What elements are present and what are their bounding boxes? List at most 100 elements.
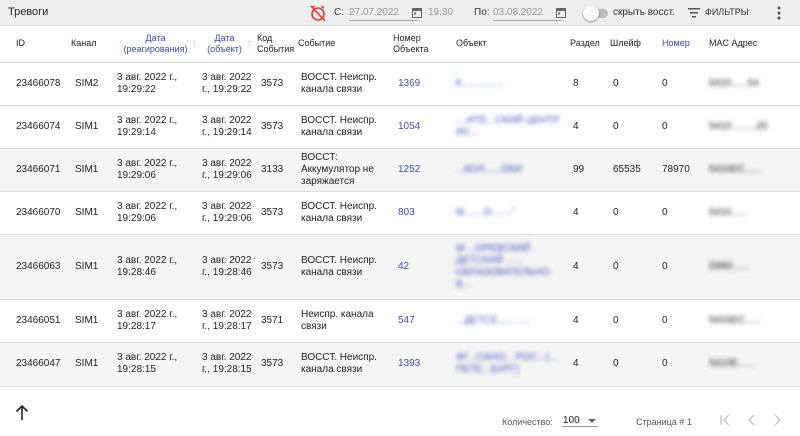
cell-id: 23466051 [0, 299, 68, 343]
cell-code: 3133 [255, 148, 295, 192]
cell-mac: 5410.........20 [707, 105, 800, 149]
hide-restore-toggle[interactable] [583, 5, 610, 21]
cell-date-obj: 3 авг. 2022 г., 19:28:15 [202, 342, 255, 387]
date-to-input[interactable]: 03.08.2022 [493, 5, 563, 21]
cell-date-obj: 3 авг. 2022 г., 19:29:06 [202, 191, 255, 235]
col-header-id[interactable]: ID [0, 26, 68, 63]
cell-date-react: 3 авг. 2022 г., 19:28:46 [117, 234, 202, 300]
col-header-mac[interactable]: MAC Адрес [707, 26, 800, 63]
cell-event: ВОССТ. Неиспр. канала связи [295, 234, 390, 300]
cell-object[interactable]: ...КОЛ......ОКИ [449, 148, 566, 192]
col-header-channel[interactable]: Канал [68, 26, 117, 63]
first-page-icon[interactable] [718, 413, 732, 427]
col-header-number[interactable]: Номер [662, 26, 707, 63]
cell-section: 4 [566, 191, 610, 235]
time-from-input[interactable]: 19:30 [428, 7, 453, 18]
cell-loop: 0 [610, 105, 662, 149]
col-header-section[interactable]: Раздел [566, 26, 610, 63]
cell-date-obj: 3 авг. 2022 г., 19:28:17 [202, 299, 255, 343]
cell-code: 3573 [255, 105, 295, 149]
col-header-event[interactable]: Событие [295, 26, 390, 63]
cell-object[interactable]: ...ДЕТСЕ...... ..... [449, 299, 566, 343]
prev-page-icon[interactable] [745, 413, 759, 427]
cell-event: ВОССТ. Неиспр. канала связи [295, 342, 390, 387]
table-row[interactable]: 23466078 SIM2 3 авг. 2022 г., 19:29:22 3 ав… [0, 62, 800, 106]
col-header-object[interactable]: Объект [449, 26, 566, 63]
cell-number: 0 [662, 234, 707, 300]
table-row[interactable]: 23466051 SIM1 3 авг. 2022 г., 19:28:17 3 ав… [0, 299, 800, 343]
cell-channel: SIM1 [68, 105, 117, 149]
cell-code: 3571 [255, 299, 295, 343]
cell-mac: 5410EC...... [707, 148, 800, 192]
cell-section: 4 [566, 105, 610, 149]
cell-object[interactable]: М.......О......." [449, 191, 566, 235]
table-row[interactable]: 23466063 SIM1 3 авг. 2022 г., 19:28:46 3 ав… [0, 234, 800, 300]
table-row[interactable]: 23466074 SIM1 3 авг. 2022 г., 19:29:14 3 ав… [0, 105, 800, 149]
cell-obj-num[interactable]: 1369 [390, 62, 449, 106]
cell-date-obj: 3 авг. 2022 г., 19:29:14 [202, 105, 255, 149]
cell-loop: 0 [610, 191, 662, 235]
cell-date-react: 3 авг. 2022 г., 19:29:06 [117, 148, 202, 192]
cell-mac: 5410...... [707, 191, 800, 235]
next-page-icon[interactable] [770, 413, 784, 427]
date-from-input[interactable]: 27.07.2022 [349, 5, 419, 21]
cell-channel: SIM1 [68, 234, 117, 300]
table-body: 23466078 SIM2 3 авг. 2022 г., 19:29:22 3 ав… [0, 62, 800, 394]
cell-event: ВОССТ. Неиспр. канала связи [295, 105, 390, 149]
cell-id: 23466063 [0, 234, 68, 300]
table-row[interactable]: 23466071 SIM1 3 авг. 2022 г., 19:29:06 3 ав… [0, 148, 800, 192]
filters-button[interactable]: ФИЛЬТРЫ [688, 4, 749, 22]
cell-section: 99 [566, 148, 610, 192]
cell-obj-num[interactable]: 1393 [390, 342, 449, 387]
cell-object[interactable]: М....ОРЕВСКИЙ ДЕТСКИЙ ...... ОБРАЗОВАТЕЛ… [449, 234, 566, 300]
cell-mac: D880...... [707, 234, 800, 300]
cell-obj-num[interactable]: 1054 [390, 105, 449, 149]
more-vert-icon[interactable] [773, 5, 785, 21]
page-title: Тревоги [8, 6, 49, 18]
chevron-down-icon [588, 419, 596, 423]
cell-object[interactable]: К............... [449, 62, 566, 106]
cell-number: 0 [662, 105, 707, 149]
arrow-up-icon[interactable] [14, 404, 30, 422]
toolbar: Тревоги С: 27.07.2022 19:30 По: 03.08.20… [0, 0, 800, 26]
cell-id: 23466047 [0, 342, 68, 387]
col-header-obj-num[interactable]: Номер Объекта [390, 26, 449, 63]
cell-mac: 5410EC...... [707, 299, 800, 343]
cell-id: 23466078 [0, 62, 68, 106]
cell-obj-num[interactable]: 1252 [390, 148, 449, 192]
cell-number: 0 [662, 191, 707, 235]
cell-loop: 0 [610, 62, 662, 106]
col-header-loop[interactable]: Шлейф [610, 26, 662, 63]
cell-section: 4 [566, 299, 610, 343]
cell-date-obj: 3 авг. 2022 г., 19:29:22 [202, 62, 255, 106]
count-label: Количество: [502, 417, 553, 427]
cell-date-obj: 3 авг. 2022 г., 19:28:46 [202, 234, 255, 300]
cell-obj-num[interactable]: 42 [390, 234, 449, 300]
cell-event: Неиспр. канала связи [295, 299, 390, 343]
cell-mac: 5410ECEE7023 [707, 386, 800, 394]
cell-object[interactable]: СПЕТ...... [449, 386, 566, 394]
cell-object[interactable]: ФГ...САНО... РОС...(... ПЕТЕ...БУРГ) [449, 342, 566, 387]
cell-channel: SIM2 [68, 62, 117, 106]
alarms-table-container[interactable]: ID Канал Дата (реагирования) ↑ Дата (объе… [0, 26, 800, 394]
cell-number: 13021 [662, 386, 707, 394]
col-header-date-react[interactable]: Дата (реагирования) ↑ [117, 26, 202, 63]
cell-obj-num[interactable]: 1305 [390, 386, 449, 394]
cell-object[interactable]: ....ИТЕ...СКИЙ ЦЕНТР ИС... [449, 105, 566, 149]
cell-obj-num[interactable]: 547 [390, 299, 449, 343]
hide-restore-label: скрыть восст. [613, 7, 675, 18]
count-select[interactable]: 100 [562, 409, 598, 427]
calendar-icon[interactable] [556, 7, 566, 18]
col-header-date-obj[interactable]: Дата (объект) ↑ [202, 26, 255, 63]
cell-section: 4 [566, 342, 610, 387]
cell-obj-num[interactable]: 803 [390, 191, 449, 235]
calendar-icon[interactable] [412, 7, 422, 18]
cell-id: 23466045 [0, 386, 68, 394]
cell-loop: 65535 [610, 148, 662, 192]
alarm-off-icon[interactable] [309, 4, 327, 22]
cell-number: 78970 [662, 148, 707, 192]
table-row[interactable]: 23466070 SIM1 3 авг. 2022 г., 19:29:06 3 ав… [0, 191, 800, 235]
col-header-code[interactable]: Код События [255, 26, 295, 63]
table-row[interactable]: 23466047 SIM1 3 авг. 2022 г., 19:28:15 3 ав… [0, 342, 800, 387]
table-row[interactable]: 23466045SIM13 авг. 2022 г., 19:28:03 авг… [0, 386, 800, 394]
